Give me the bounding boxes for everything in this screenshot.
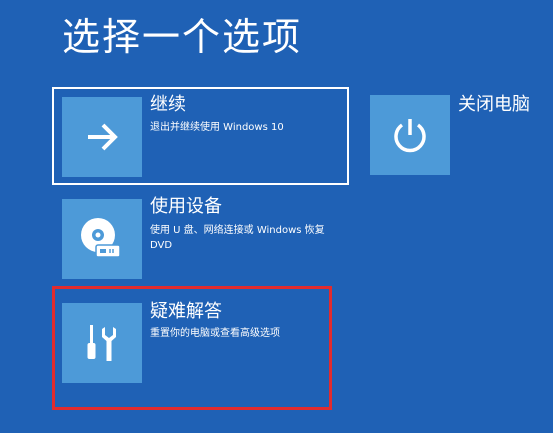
continue-description: 退出并继续使用 Windows 10 [150,122,284,133]
troubleshoot-tile[interactable] [62,303,142,383]
continue-label: 继续 [150,94,186,115]
use-device-label: 使用设备 [150,196,222,217]
arrow-right-icon [82,117,122,157]
continue-tile[interactable] [62,97,142,177]
disc-drive-icon [78,215,126,263]
continue-option[interactable]: 继续 退出并继续使用 Windows 10 [52,87,349,185]
troubleshoot-label: 疑难解答 [150,301,222,322]
use-device-option[interactable]: 使用设备 使用 U 盘、网络连接或 Windows 恢复 DVD [52,189,349,287]
shutdown-label: 关闭电脑 [458,94,530,115]
use-device-tile[interactable] [62,199,142,279]
power-icon [390,115,430,155]
troubleshoot-option[interactable]: 疑难解答 重置你的电脑或查看高级选项 [52,286,332,410]
shutdown-option[interactable]: 关闭电脑 [360,87,550,185]
shutdown-tile[interactable] [370,95,450,175]
use-device-description: 使用 U 盘、网络连接或 Windows 恢复 DVD [150,225,325,251]
screwdriver-wrench-icon [80,321,124,365]
page-title: 选择一个选项 [62,15,303,59]
troubleshoot-description: 重置你的电脑或查看高级选项 [150,328,280,339]
